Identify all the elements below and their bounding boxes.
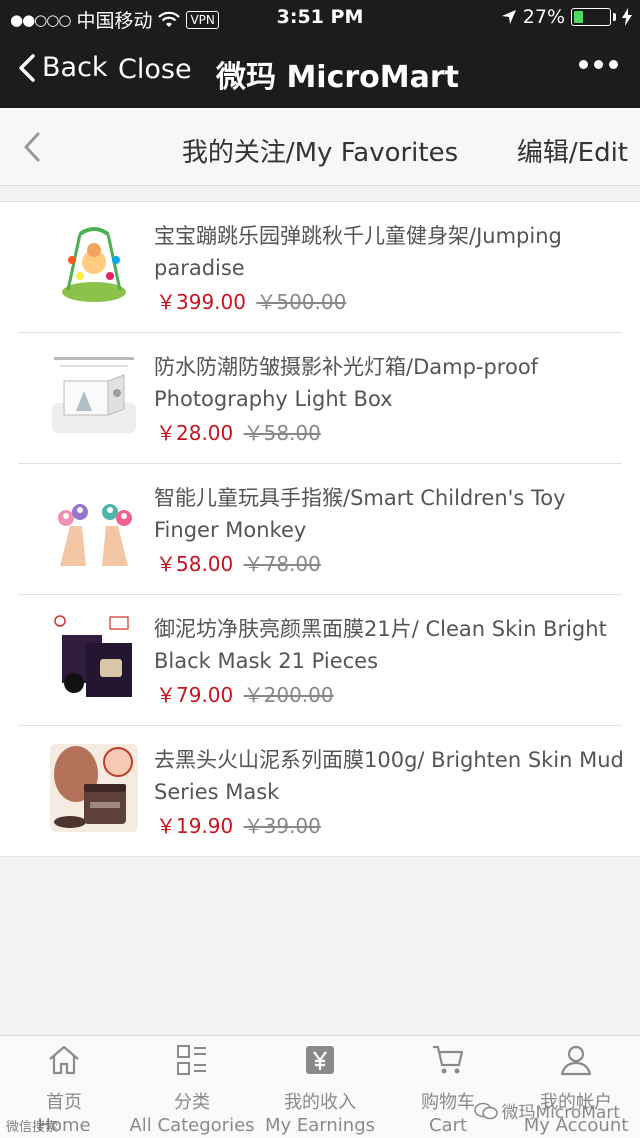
yuan-icon: [306, 1046, 334, 1074]
original-price: ￥200.00: [243, 683, 334, 707]
close-button[interactable]: Close: [118, 54, 192, 85]
battery-percent: 27%: [522, 6, 565, 28]
tab-label-zh: 首页: [46, 1092, 82, 1113]
favorite-item[interactable]: 去黑头火山泥系列面膜100g/ Brighten Skin Mud Series…: [0, 726, 640, 857]
battery-level: [574, 11, 584, 23]
item-name: 防水防潮防皱摄影补光灯箱/Damp-proof Photography Ligh…: [154, 355, 539, 411]
tab-earnings[interactable]: 我的收入 My Earnings: [256, 1036, 384, 1138]
current-price: ￥28.00: [156, 421, 234, 445]
wechat-nav-bar: Back Close 微玛 MicroMart: [0, 34, 640, 108]
more-dot-icon: [579, 60, 588, 69]
more-button[interactable]: [579, 60, 618, 69]
page-back-button[interactable]: [20, 130, 44, 168]
more-dot-icon: [594, 60, 603, 69]
original-price: ￥58.00: [243, 421, 321, 445]
mud-mask-icon: [50, 744, 138, 832]
charging-icon: [622, 8, 632, 26]
wechat-logo-icon: [473, 1102, 498, 1119]
black-mask-icon: [50, 613, 138, 701]
item-prices: ￥399.00 ￥500.00: [156, 286, 346, 315]
chevron-left-icon: [24, 132, 40, 162]
finger-monkey-icon: [50, 482, 138, 570]
chevron-left-icon: [19, 53, 35, 82]
item-name: 去黑头火山泥系列面膜100g/ Brighten Skin Mud Series…: [154, 748, 624, 804]
edit-button[interactable]: 编辑/Edit: [517, 132, 628, 169]
baby-jumper-icon: [50, 220, 138, 308]
tab-label-en: All Categories: [129, 1115, 255, 1136]
item-prices: ￥58.00 ￥78.00: [156, 548, 321, 577]
original-price: ￥39.00: [243, 814, 321, 838]
tab-categories[interactable]: 分类 All Categories: [128, 1036, 256, 1138]
favorite-item[interactable]: 御泥坊净肤亮颜黑面膜21片/ Clean Skin Bright Black M…: [0, 595, 640, 726]
watermark-left: 微信搜索: [6, 1120, 59, 1135]
current-price: ￥399.00: [156, 290, 246, 314]
location-arrow-icon: [501, 10, 516, 24]
item-prices: ￥28.00 ￥58.00: [156, 417, 321, 446]
wechat-title: 微玛 MicroMart: [216, 60, 460, 95]
current-price: ￥58.00: [156, 552, 234, 576]
current-price: ￥19.90: [156, 814, 234, 838]
tab-label-zh: 分类: [174, 1092, 210, 1113]
favorite-item[interactable]: 防水防潮防皱摄影补光灯箱/Damp-proof Photography Ligh…: [0, 333, 640, 464]
back-button[interactable]: Back: [18, 52, 108, 83]
tab-label-en: My Earnings: [264, 1115, 375, 1136]
item-name: 御泥坊净肤亮颜黑面膜21片/ Clean Skin Bright Black M…: [154, 617, 607, 673]
favorite-item[interactable]: 宝宝蹦跳乐园弹跳秋千儿童健身架/Jumping paradise ￥399.00…: [0, 202, 640, 333]
home-icon: [49, 1045, 79, 1075]
original-price: ￥500.00: [256, 290, 347, 314]
tab-label-zh: 我的收入: [284, 1092, 356, 1113]
favorite-item[interactable]: 智能儿童玩具手指猴/Smart Children's Toy Finger Mo…: [0, 464, 640, 595]
item-name: 智能儿童玩具手指猴/Smart Children's Toy Finger Mo…: [154, 486, 566, 542]
original-price: ￥78.00: [243, 552, 321, 576]
current-price: ￥79.00: [156, 683, 234, 707]
categories-icon: [177, 1045, 206, 1075]
more-dot-icon: [609, 60, 618, 69]
item-prices: ￥19.90 ￥39.00: [156, 810, 321, 839]
watermark-text: 微玛MicroMart: [501, 1103, 621, 1123]
page-header: 我的关注/My Favorites 编辑/Edit: [0, 108, 640, 186]
item-prices: ￥79.00 ￥200.00: [156, 679, 334, 708]
status-bar: ●●○○○ 中国移动 VPN 3:51 PM 27%: [0, 0, 640, 34]
status-right: 27%: [501, 6, 632, 28]
cart-icon: [433, 1045, 464, 1074]
item-name: 宝宝蹦跳乐园弹跳秋千儿童健身架/Jumping paradise: [154, 224, 562, 280]
battery-icon: [571, 8, 611, 26]
favorites-list: 宝宝蹦跳乐园弹跳秋千儿童健身架/Jumping paradise ￥399.00…: [0, 201, 640, 857]
user-icon: [560, 1045, 592, 1076]
battery-tip: [613, 13, 616, 21]
back-label: Back: [42, 52, 108, 83]
watermark-right: 微玛MicroMart: [473, 1098, 621, 1123]
light-box-icon: [50, 351, 138, 439]
